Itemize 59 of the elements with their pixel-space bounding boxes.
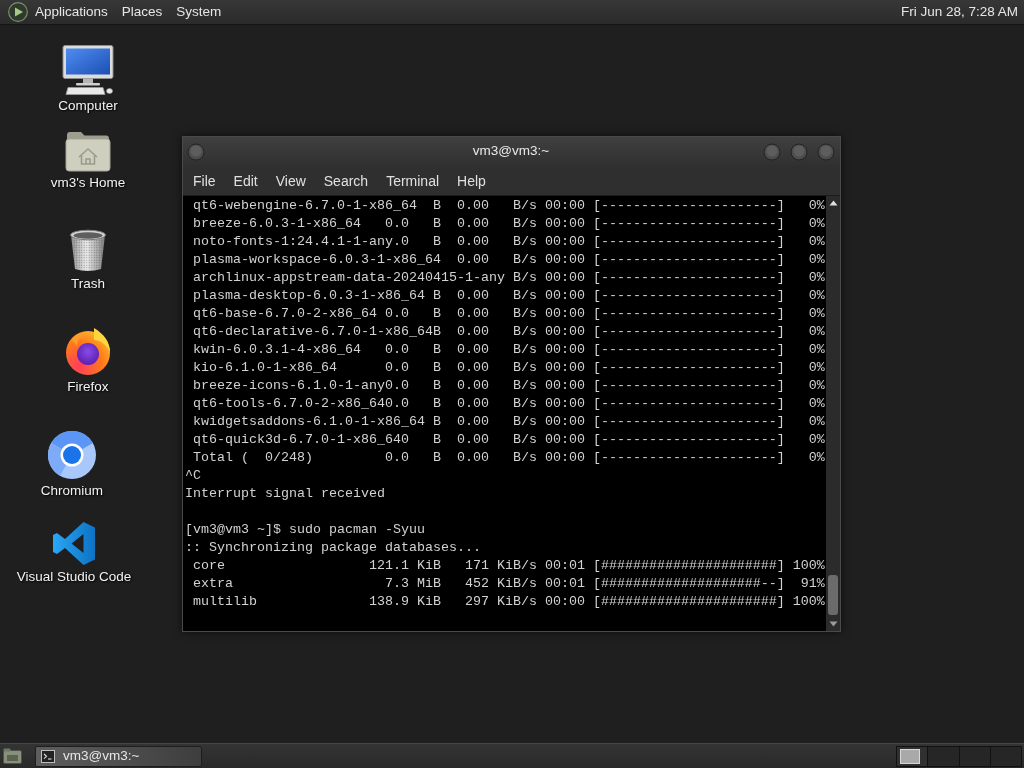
clock[interactable]: Fri Jun 28, 7:28 AM [900,1,1018,23]
terminal-line: qt6-tools-6.7.0-2-x86_640.0 B 0.00 B/s 00:00 [----------------------] 0% [192,395,825,413]
terminal-line: qt6-base-6.7.0-2-x86_64 0.0 B 0.00 B/s 00:00 [----------------------] 0% [192,305,825,323]
icon-label[interactable]: vm3's Home [50,175,126,191]
workspace-cell[interactable] [897,746,928,766]
terminal-line: kwidgetsaddons-6.1.0-1-x86_64 B 0.00 B/s 00:00 [----------------------] 0% [192,413,825,431]
terminal-line: breeze-icons-6.1.0-1-any0.0 B 0.00 B/s 00:00 [----------------------] 0% [192,377,825,395]
scroll-down-arrow-icon[interactable] [828,621,838,627]
terminal-line: plasma-desktop-6.0.3-1-x86_64 B 0.00 B/s 00:00 [----------------------] 0% [192,287,825,305]
terminal-line: ^C [185,467,201,485]
terminal-line: core 121.1 KiB 171 KiB/s 00:01 [######################] 100% [192,557,825,575]
icon-label[interactable]: Computer [58,98,118,114]
terminal-line: extra 7.3 MiB 452 KiB/s 00:01 [####################--] 91% [192,575,825,593]
scrollbar-track[interactable] [826,196,840,631]
terminal-line: noto-fonts-1:24.4.1-1-any.0 B 0.00 B/s 00:00 [----------------------] 0% [192,233,825,251]
terminal-icon [41,749,55,763]
minimize-button[interactable] [763,142,781,161]
menu-item[interactable]: File [184,169,225,192]
maximize-button[interactable] [790,142,808,161]
terminal-line: qt6-declarative-6.7.0-1-x86_64B 0.00 B/s 00:00 [----------------------] 0% [192,323,825,341]
window-menu-button[interactable] [187,142,205,161]
terminal-line: qt6-quick3d-6.7.0-1-x86_640 B 0.00 B/s 00:00 [----------------------] 0% [192,431,825,449]
icon-label[interactable]: Firefox [67,379,109,395]
scrollbar-thumb[interactable] [828,575,838,615]
terminal-line: [vm3@vm3 ~]$ sudo pacman -Syuu [185,521,425,539]
terminal-line: Interrupt signal received [185,485,385,503]
ring-icon[interactable] [47,430,97,480]
terminal-line: plasma-workspace-6.0.3-1-x86_64 0.00 B/s 00:00 [----------------------] 0% [192,251,825,269]
menu-item[interactable]: Search [314,169,378,192]
menu-item[interactable]: Help [448,169,495,192]
menu-item[interactable]: View [266,169,315,192]
panel-menu[interactable]: System [169,1,229,23]
panel-menu[interactable]: Places [114,1,170,23]
flame-globe-icon[interactable] [64,326,112,376]
terminal-line: Total ( 0/248) 0.0 B 0.00 B/s 00:00 [----------------------] 0% [192,449,825,467]
trash-icon[interactable] [68,229,108,273]
icon-label[interactable]: Chromium [40,483,104,499]
window-title: vm3@vm3:~ [472,142,550,161]
folder-icon[interactable] [3,748,22,764]
terminal-line: kio-6.1.0-1-x86_64 0.0 B 0.00 B/s 00:00 [----------------------] 0% [192,359,825,377]
computer-icon[interactable] [62,45,114,95]
window-thumbnail-icon [900,748,920,764]
taskbar-button[interactable]: vm3@vm3:~ [35,745,202,767]
terminal-line: :: Synchronizing package databases... [185,539,481,557]
ribbon-icon[interactable] [52,521,96,566]
icon-label[interactable]: Visual Studio Code [16,569,132,585]
menu-item[interactable]: Terminal [377,169,449,192]
terminal-line: qt6-webengine-6.7.0-1-x86_64 B 0.00 B/s 00:00 [----------------------] 0% [192,197,825,215]
icon-label[interactable]: Trash [71,276,105,292]
terminal-line: archlinux-appstream-data-20240415-1-any B/s 00:00 [----------------------] 0% [192,269,825,287]
menu-item[interactable]: Edit [224,169,267,192]
logo-icon[interactable] [8,2,28,22]
terminal-line: kwin-6.0.3.1-4-x86_64 0.0 B 0.00 B/s 00:00 [----------------------] 0% [192,341,825,359]
terminal-line: breeze-6.0.3-1-x86_64 0.0 B 0.00 B/s 00:00 [----------------------] 0% [192,215,825,233]
home-folder-icon[interactable] [65,130,111,172]
terminal-line: multilib 138.9 KiB 297 KiB/s 00:00 [######################] 100% [192,593,825,611]
close-button[interactable] [817,142,835,161]
scroll-up-arrow-icon[interactable] [828,200,838,206]
panel-menu[interactable]: Applications [28,1,115,23]
